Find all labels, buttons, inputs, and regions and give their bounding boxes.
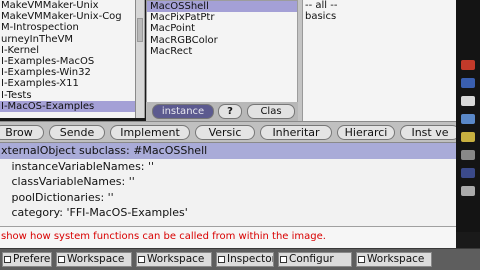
package-list-item[interactable]: MakeVMMaker-Unix-Cog [0,11,135,22]
window-icon [461,114,475,124]
folder-icon [461,132,475,142]
tool-icon [461,150,475,160]
instance-button[interactable]: instance [152,104,214,119]
class-list-item[interactable]: MacPoint [147,23,297,34]
taskbar-item-label: Inspector [227,253,274,265]
class-list-item[interactable]: MacPixPatPtr [147,12,297,23]
code-line[interactable]: instanceVariableNames: '' [0,159,456,175]
implementors-button[interactable]: Implement [110,125,190,140]
category-list-item[interactable]: -- all -- [303,0,456,11]
browser-toolbar: Brow Sende Implement Versic Inheritar Hi… [0,121,456,143]
scrollbar-thumb[interactable] [137,18,143,42]
window-icon [4,256,11,263]
versions-button[interactable]: Versic [195,125,255,140]
taskbar-item-label: Workspace [67,253,125,265]
package-list-item[interactable]: I-Tests [0,90,135,101]
category-list-pane[interactable]: -- all -- basics [302,0,456,121]
taskbar-item-label: Workspace [367,253,425,265]
window-icon [138,256,145,263]
package-list-item[interactable]: I-Examples-X11 [0,78,135,89]
package-list-item[interactable]: I-Kernel [0,45,135,56]
taskbar-item-label: Configur [289,253,334,265]
class-list-item-selected[interactable]: MacOSShell [147,1,297,13]
package-list-item-selected[interactable]: I-MacOS-Examples [0,100,135,112]
inst-vars-button[interactable]: Inst ve [400,125,456,140]
taskbar-item[interactable]: Preferen [2,252,52,267]
taskbar-item-label: Preferen [13,253,51,265]
window-icon [358,256,365,263]
taskbar-item[interactable]: Workspace [356,252,432,267]
category-list-item[interactable]: basics [303,11,456,22]
package-list-item[interactable]: I-Examples-Win32 [0,67,135,78]
desktop-edge [456,0,480,232]
code-line[interactable]: classVariableNames: '' [0,174,456,190]
inheritance-button[interactable]: Inheritar [260,125,332,140]
class-comment-pane[interactable]: show how system functions can be called … [0,226,456,248]
taskbar: Preferen Workspace Workspace Inspector C… [0,248,480,270]
package-list-scrollbar[interactable] [136,0,145,118]
class-list-pane[interactable]: MacOSShell MacPixPatPtr MacPoint MacRGBC… [146,0,298,104]
code-line[interactable]: xternalObject subclass: #MacOSShell [0,143,456,159]
class-comment-button[interactable]: ? [218,104,242,119]
taskbar-item[interactable]: Inspector [216,252,274,267]
browse-button[interactable]: Brow [0,125,44,140]
class-side-switch: instance ? Clas [146,102,298,121]
code-line[interactable]: poolDictionaries: '' [0,190,456,206]
window-icon [461,78,475,88]
package-list-item[interactable]: MakeVMMaker-Unix [0,0,135,11]
senders-button[interactable]: Sende [49,125,105,140]
class-list-item[interactable]: MacRect [147,46,297,57]
window-icon [58,256,65,263]
code-editor[interactable]: xternalObject subclass: #MacOSShell inst… [0,143,456,226]
window-icon [218,256,225,263]
hierarchy-button[interactable]: Hierarci [337,125,395,140]
window-icon [280,256,287,263]
tool-icon [461,186,475,196]
package-list-item[interactable]: M-Introspection [0,22,135,33]
flag-icon [461,60,475,70]
taskbar-item-label: Workspace [147,253,205,265]
class-side-button[interactable]: Clas [247,104,295,119]
taskbar-item[interactable]: Workspace [136,252,212,267]
taskbar-item[interactable]: Workspace [56,252,132,267]
taskbar-item[interactable]: Configur [278,252,352,267]
package-list-pane[interactable]: MakeVMMaker-Unix MakeVMMaker-Unix-Cog M-… [0,0,136,118]
code-line[interactable]: category: 'FFI-MacOS-Examples' [0,205,456,221]
class-comment-text: show how system functions can be called … [1,231,326,242]
document-icon [461,96,475,106]
package-list-item[interactable]: urneyInTheVM [0,34,135,45]
class-list-item[interactable]: MacRGBColor [147,35,297,46]
package-list-item[interactable]: I-Examples-MacOS [0,56,135,67]
window-icon [461,168,475,178]
